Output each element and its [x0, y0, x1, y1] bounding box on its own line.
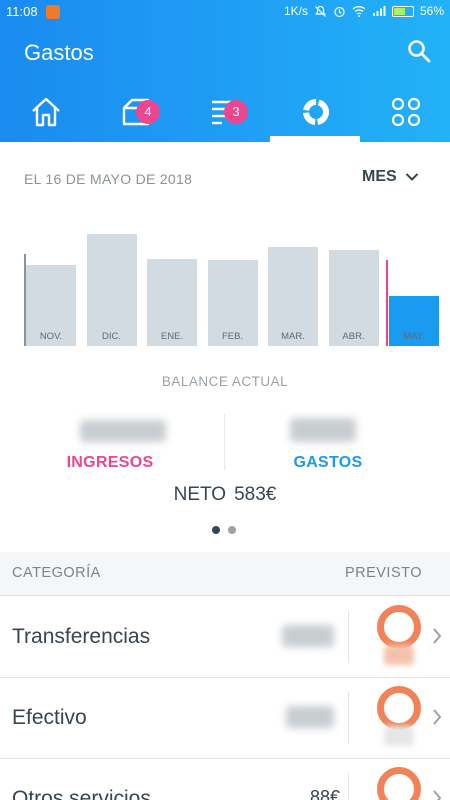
net-balance: NETO 583€ [0, 484, 450, 506]
chart-bar-feb[interactable]: FEB. [207, 260, 258, 346]
accounts-badge: 4 [136, 100, 160, 124]
period-selector[interactable]: MES [362, 168, 419, 186]
page-dot-1[interactable] [212, 526, 220, 534]
category-column-header: CATEGORÍA [12, 565, 101, 581]
mute-icon [315, 5, 326, 17]
category-amount: 88€ [309, 787, 340, 800]
search-icon [408, 40, 431, 63]
category-list-header: CATEGORÍA PREVISTO [0, 552, 450, 596]
chart-bar-label: ENE. [160, 331, 184, 342]
page-title: Gastos [24, 40, 94, 65]
category-row-otros-servicios[interactable]: Otros servicios 88€ [0, 759, 450, 800]
chart-bar-label: DIC. [102, 331, 121, 342]
current-date: EL 16 DE MAYO DE 2018 [24, 171, 193, 187]
chart-bar-ene[interactable]: ENE. [147, 259, 197, 346]
budget-progress-ring [377, 686, 421, 730]
planned-column-header: PREVISTO [344, 565, 422, 581]
page-dot-2[interactable] [228, 526, 236, 534]
chart-bar-mar[interactable]: MAR. [268, 247, 318, 346]
chevron-down-icon [405, 173, 418, 181]
tab-bar: 4 3 [0, 86, 450, 142]
income-amount-redacted [80, 420, 166, 442]
balance-title: BALANCE ACTUAL [161, 374, 289, 389]
chart-bar-may[interactable]: MAY. [389, 296, 439, 346]
status-time: 11:08 [6, 4, 38, 19]
app-header: 11:08 1K/s 56% Gastos 4 3 [0, 0, 450, 142]
network-speed: 1K/s [283, 4, 308, 18]
tab-more[interactable] [360, 86, 450, 142]
budget-ring-icon [303, 99, 329, 125]
category-row-efectivo[interactable]: Efectivo [0, 678, 450, 759]
row-separator [348, 773, 349, 800]
budget-percent-redacted [384, 726, 414, 746]
chevron-right-icon [433, 628, 442, 644]
battery-icon [391, 5, 414, 17]
chart-bar-nov[interactable]: NOV. [26, 265, 76, 346]
budget-progress-ring [377, 767, 421, 800]
chart-bar-label: NOV. [39, 331, 63, 342]
category-row-transferencias[interactable]: Transferencias [0, 597, 450, 678]
budget-progress-ring [377, 605, 421, 649]
chart-bar-dic[interactable]: DIC. [86, 234, 137, 346]
budget-percent-redacted [384, 645, 414, 665]
transactions-badge: 3 [224, 100, 248, 124]
current-month-marker [386, 260, 388, 346]
chevron-right-icon [433, 790, 442, 800]
tab-accounts[interactable]: 4 [90, 86, 180, 142]
net-label: NETO [173, 484, 227, 505]
balance-divider [224, 414, 225, 470]
chart-bar-label: ABR. [342, 331, 365, 342]
period-label: MES [362, 168, 397, 185]
category-name: Transferencias [12, 625, 151, 648]
expense-amount-redacted [290, 418, 356, 442]
tab-budgets[interactable] [270, 86, 360, 142]
battery-percent: 56% [419, 4, 444, 18]
more-grid-icon [391, 97, 421, 127]
category-amount-redacted [286, 706, 334, 728]
signal-icon [372, 6, 386, 16]
chart-bar-label: MAY. [403, 331, 425, 342]
chart-bar-abr[interactable]: ABR. [328, 250, 379, 346]
wifi-icon [352, 6, 366, 17]
category-name: Otros servicios [12, 787, 151, 800]
home-icon [32, 97, 60, 127]
tab-transactions[interactable]: 3 [180, 86, 270, 142]
expense-label[interactable]: GASTOS [278, 454, 378, 472]
tab-home[interactable] [0, 86, 90, 142]
alarm-icon [334, 6, 345, 17]
status-bar: 11:08 1K/s 56% [0, 0, 450, 24]
chart-bar-label: FEB. [221, 331, 244, 342]
chart-bar-label: MAR. [281, 331, 305, 342]
row-separator [348, 611, 349, 663]
category-name: Efectivo [12, 706, 87, 729]
page-indicator [212, 526, 236, 534]
monthly-expense-chart: NOV. DIC. ENE. FEB. MAR. ABR. MAY. [0, 220, 450, 348]
net-value: 583€ [234, 484, 277, 505]
chevron-right-icon [433, 709, 442, 725]
search-button[interactable] [406, 38, 432, 64]
active-tab-indicator [270, 136, 360, 142]
notification-app-icon [46, 5, 60, 19]
status-indicators: 1K/s 56% [284, 4, 444, 18]
income-label[interactable]: INGRESOS [60, 454, 160, 472]
row-separator [348, 692, 349, 744]
category-amount-redacted [282, 625, 334, 647]
